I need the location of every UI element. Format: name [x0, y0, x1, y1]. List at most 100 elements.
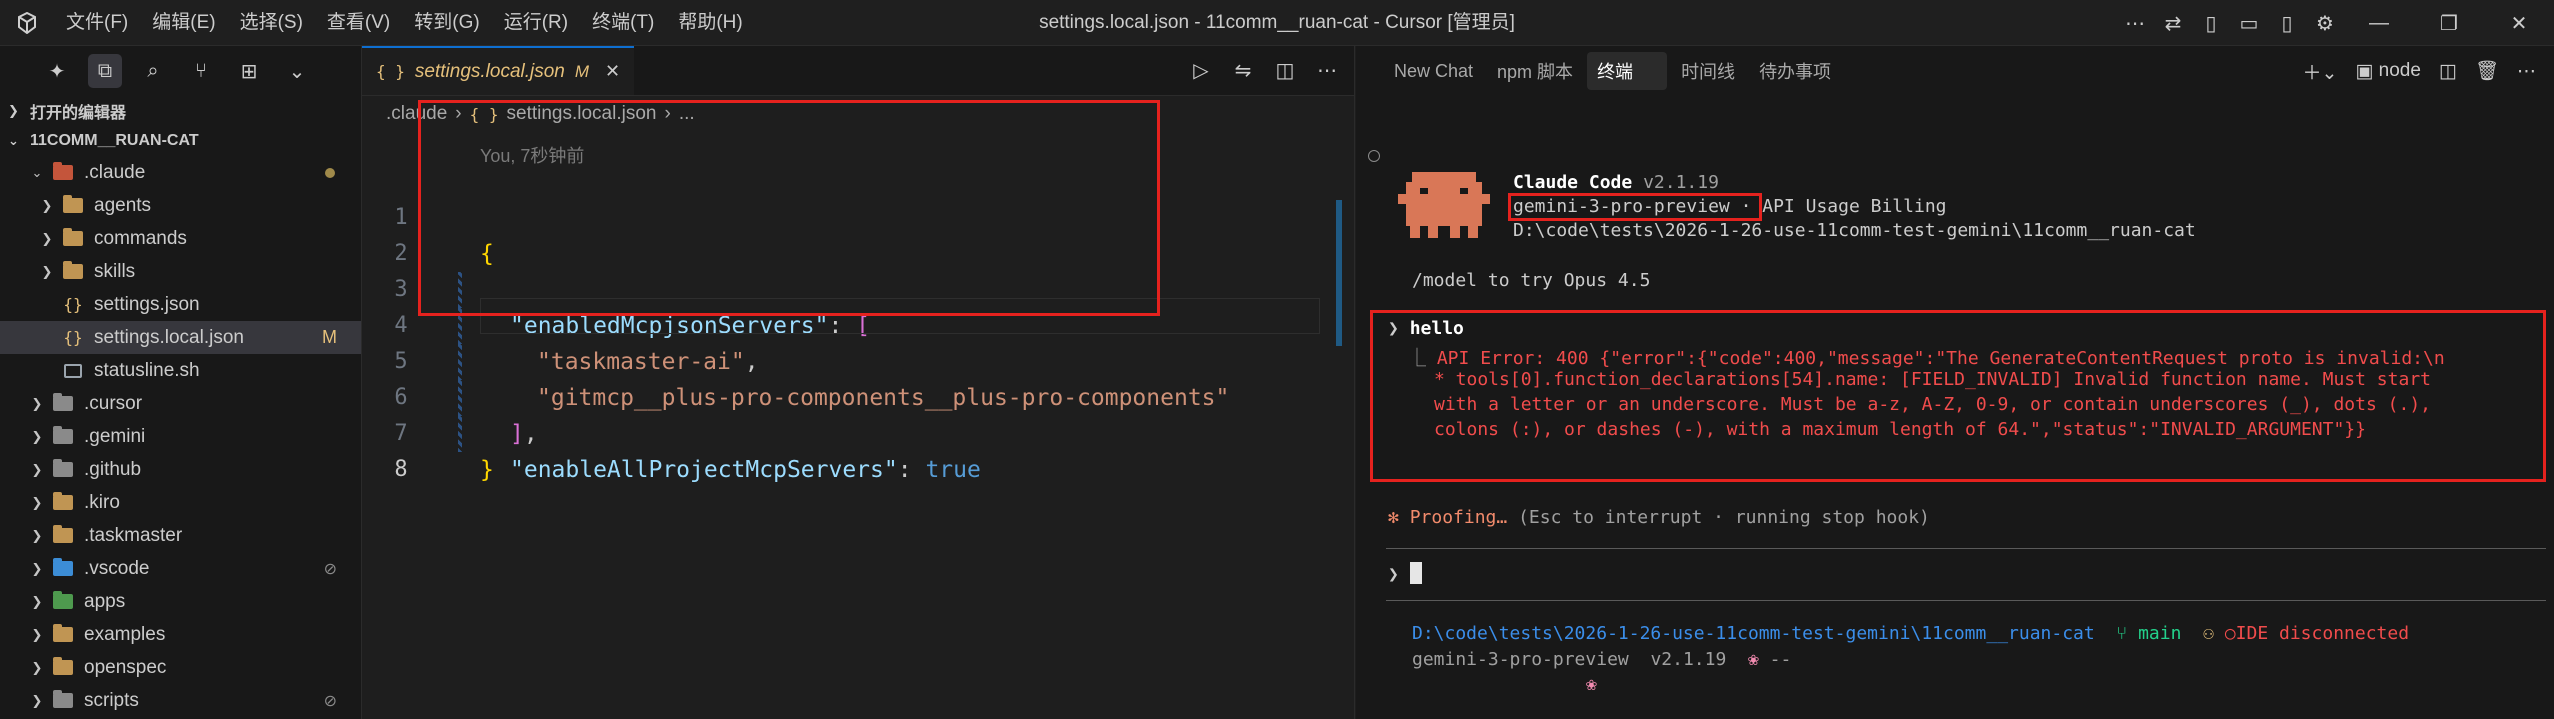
json-file-icon: { }: [376, 62, 405, 81]
compare-arrows-icon[interactable]: ⇄: [2154, 0, 2192, 46]
footer-model: gemini-3-pro-preview: [1412, 649, 1629, 670]
error-line: colons (:), or dashes (-), with a maximu…: [1434, 419, 2366, 440]
menu-view[interactable]: 查看(V): [315, 0, 402, 46]
terminal-name: node: [2378, 60, 2421, 81]
folder-icon: [48, 162, 78, 184]
menu-run[interactable]: 运行(R): [492, 0, 580, 46]
explorer-icon[interactable]: ⧉: [88, 54, 122, 88]
chevron-right-icon: ❯: [31, 626, 43, 642]
brain-icon: ❀: [1747, 649, 1759, 670]
tab-new-chat[interactable]: New Chat: [1384, 55, 1483, 88]
editor-group: { } settings.local.json M ✕ ▷ ⇋ ◫ ⋯ .cla…: [362, 46, 1355, 719]
json-file-icon: {}: [63, 328, 83, 347]
tree-item-commands[interactable]: ❯ commands: [0, 222, 361, 255]
input-prompt-line[interactable]: ❯: [1388, 562, 1422, 585]
open-editors-section[interactable]: ❯ 打开的编辑器: [0, 96, 361, 126]
toggle-panel-icon[interactable]: ▭: [2230, 0, 2268, 46]
folder-icon: [58, 228, 88, 250]
folder-icon: [48, 459, 78, 481]
folder-icon: [58, 195, 88, 217]
chevron-right-icon: ❯: [31, 659, 43, 675]
chevron-right-icon: ❯: [31, 527, 43, 543]
new-terminal-icon[interactable]: ＋⌄: [2296, 53, 2343, 89]
tree-item-label: settings.local.json: [94, 326, 244, 348]
compare-changes-icon[interactable]: ⇋: [1224, 53, 1262, 89]
menu-selection[interactable]: 选择(S): [228, 0, 315, 46]
tab-npm-scripts[interactable]: npm 脚本: [1487, 52, 1583, 90]
tree-item-cursor[interactable]: ❯ .cursor: [0, 387, 361, 420]
toggle-sidebar-icon[interactable]: ▯: [2192, 0, 2230, 46]
tree-item-settings-json[interactable]: {} settings.json: [0, 288, 361, 321]
restore-icon[interactable]: ❐: [2414, 0, 2484, 46]
tab-todos[interactable]: 待办事项: [1749, 52, 1841, 90]
tree-item-label: .claude: [84, 161, 146, 183]
trash-icon[interactable]: 🗑: [2469, 53, 2505, 89]
tree-item-gemini[interactable]: ❯ .gemini: [0, 420, 361, 453]
workspace-label: 11COMM__RUAN-CAT: [30, 132, 199, 149]
tab-timeline[interactable]: 时间线: [1671, 52, 1745, 90]
tree-item-label: .cursor: [84, 392, 143, 414]
menu-terminal[interactable]: 终端(T): [580, 0, 666, 46]
menu-edit[interactable]: 编辑(E): [140, 0, 227, 46]
minimize-icon[interactable]: —: [2344, 0, 2414, 46]
tree-item-openspec[interactable]: ❯ openspec: [0, 651, 361, 684]
chevron-right-icon: ❯: [31, 461, 43, 477]
tree-item-scripts[interactable]: ❯ scripts ⊘: [0, 684, 361, 717]
status-word: Proofing…: [1409, 507, 1508, 528]
chevron-right-icon: ❯: [31, 593, 43, 609]
workspace-section[interactable]: ⌄ 11COMM__RUAN-CAT: [0, 126, 361, 156]
menu-bar: 文件(F) 编辑(E) 选择(S) 查看(V) 转到(G) 运行(R) 终端(T…: [54, 0, 755, 46]
more-icon[interactable]: ⋯: [2511, 53, 2542, 89]
terminal-icon[interactable]: ▣ node: [2349, 53, 2427, 89]
tree-item-github[interactable]: ❯ .github: [0, 453, 361, 486]
tree-item-skills[interactable]: ❯ skills: [0, 255, 361, 288]
tab-terminal[interactable]: 终端: [1587, 52, 1668, 90]
line-number: 8: [394, 457, 408, 482]
toggle-secondary-sidebar-icon[interactable]: ▯: [2268, 0, 2306, 46]
menu-file[interactable]: 文件(F): [54, 0, 140, 46]
menu-go[interactable]: 转到(G): [402, 0, 491, 46]
tree-item-label: statusline.sh: [94, 359, 200, 381]
tree-item-label: agents: [94, 194, 152, 216]
tree-item-vscode[interactable]: ❯ .vscode ⊘: [0, 552, 361, 585]
search-icon[interactable]: ⌕: [136, 54, 170, 88]
tree-item-taskmaster[interactable]: ❯ .taskmaster: [0, 519, 361, 552]
app-header: Claude Code v2.1.19: [1513, 172, 1719, 193]
tree-item-kiro[interactable]: ❯ .kiro: [0, 486, 361, 519]
cursor-logo-icon: [0, 0, 54, 46]
tree-item-label: .taskmaster: [84, 524, 183, 546]
status-hint: (Esc to interrupt · running stop hook): [1518, 507, 1930, 528]
tree-item-apps[interactable]: ❯ apps: [0, 585, 361, 618]
menu-help[interactable]: 帮助(H): [666, 0, 754, 46]
tab-settings-local-json[interactable]: { } settings.local.json M ✕: [362, 46, 635, 95]
source-control-icon[interactable]: ⑂: [184, 54, 218, 88]
sparkle-icon[interactable]: ✦: [40, 54, 74, 88]
gear-icon[interactable]: ⚙: [2306, 0, 2344, 46]
tree-item-agents[interactable]: ❯ agents: [0, 189, 361, 222]
divider: [1386, 600, 2546, 601]
prompt-symbol: ❯: [1388, 318, 1399, 339]
close-tab-icon[interactable]: ✕: [605, 61, 620, 82]
tree-item-examples[interactable]: ❯ examples: [0, 618, 361, 651]
folder-icon: [58, 261, 88, 283]
terminal-output[interactable]: Claude Code v2.1.19 gemini-3-pro-preview…: [1356, 96, 2554, 719]
tree-item-label: .vscode: [84, 557, 150, 579]
tree-connector: ⎿: [1408, 348, 1437, 369]
chevron-down-icon: ⌄: [8, 133, 19, 148]
branch-name: main: [2138, 623, 2182, 644]
split-editor-icon[interactable]: ◫: [1266, 53, 1304, 89]
more-icon[interactable]: ⋯: [2116, 0, 2154, 46]
shell-file-icon: [58, 360, 88, 382]
run-icon[interactable]: ▷: [1182, 53, 1220, 89]
split-terminal-icon[interactable]: ◫: [2433, 53, 2463, 89]
more-actions-icon[interactable]: ⋯: [1308, 53, 1346, 89]
app-name: Claude Code: [1513, 172, 1633, 193]
close-icon[interactable]: ✕: [2484, 0, 2554, 46]
chevron-down-icon[interactable]: ⌄: [280, 54, 314, 88]
extensions-icon[interactable]: ⊞: [232, 54, 266, 88]
tree-item-statusline-sh[interactable]: statusline.sh: [0, 354, 361, 387]
tree-item-claude[interactable]: ⌄ .claude: [0, 156, 361, 189]
tree-item-settings-local-json[interactable]: {} settings.local.json M: [0, 321, 361, 354]
tree-item-label: examples: [84, 623, 166, 645]
modified-badge: M: [322, 327, 337, 347]
